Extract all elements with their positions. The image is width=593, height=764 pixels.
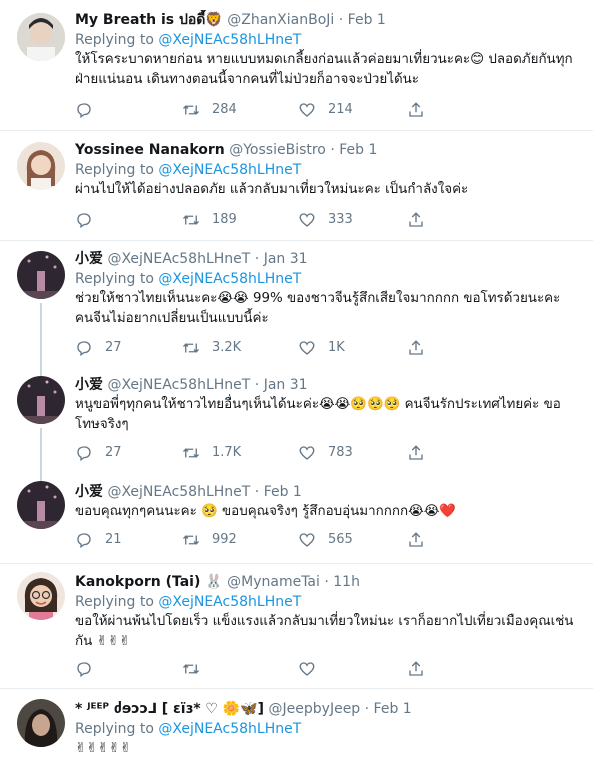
display-name[interactable]: 小爱: [75, 484, 103, 500]
avatar[interactable]: [17, 481, 65, 529]
like-count: 1K: [328, 340, 345, 355]
display-name[interactable]: Yossinee Nanakorn: [75, 142, 225, 158]
user-handle[interactable]: @YossieBistro: [229, 142, 326, 158]
tweet-text: ผ่านไปให้ได้อย่างปลอดภัย แล้วกลับมาเที่ย…: [75, 182, 469, 197]
reply-count: 27: [105, 445, 122, 460]
tweet-date[interactable]: Jan 31: [264, 377, 308, 393]
like-count: 783: [328, 445, 353, 460]
reply-mention[interactable]: @XejNEAc58hLHneT: [158, 271, 301, 287]
reply-icon: [77, 533, 91, 549]
thread-line: [40, 428, 42, 474]
separator-dot: ·: [364, 701, 370, 717]
replying-label: Replying to: [75, 721, 154, 737]
thread-line: [40, 474, 42, 481]
share-icon: [409, 532, 423, 547]
tweet[interactable]: * ᴶᴱᴱᴾ ძɘɔɔ⅃ [ ɛïɜ* ♡ 🌼🦋] @JeepbyJeep · …: [0, 689, 593, 764]
retweet-count: 992: [212, 532, 237, 547]
retweet-count: 1.7K: [212, 445, 242, 460]
separator-dot: ·: [338, 12, 344, 28]
tweet-date[interactable]: Feb 1: [374, 701, 412, 717]
heart-icon: [299, 446, 315, 460]
display-name[interactable]: 小爱: [75, 251, 103, 267]
avatar[interactable]: [17, 251, 65, 299]
tweet[interactable]: 小爱 @XejNEAc58hLHneT · Feb 1 ขอบคุณทุกๆคน…: [0, 474, 593, 564]
retweet-icon: [183, 215, 199, 225]
tweet-date[interactable]: Feb 1: [348, 12, 386, 28]
user-handle[interactable]: @XejNEAc58hLHneT: [107, 251, 250, 267]
display-name[interactable]: * ᴶᴱᴱᴾ ძɘɔɔ⅃ [ ɛïɜ* ♡ 🌼🦋]: [75, 701, 264, 717]
retweet-icon: [183, 448, 199, 458]
reply-icon: [77, 341, 91, 357]
avatar[interactable]: [17, 572, 65, 620]
like-count: 214: [328, 102, 353, 117]
reply-mention[interactable]: @XejNEAc58hLHneT: [158, 162, 301, 178]
tweet[interactable]: 小爱 @XejNEAc58hLHneT · Jan 31 หนูขอพี่ๆทุ…: [0, 370, 593, 474]
tweet[interactable]: Kanokporn (Tai) 🐰 @MynameTai · 11h Reply…: [0, 564, 593, 689]
reply-icon: [77, 213, 91, 229]
share-icon: [409, 102, 423, 117]
separator-dot: ·: [254, 484, 260, 500]
display-name[interactable]: 小爱: [75, 377, 103, 393]
tweet-date[interactable]: Jan 31: [264, 251, 308, 267]
tweet-text: ให้โรคระบาดหายก่อน หายแบบหมดเกลี้ยงก่อนแ…: [75, 52, 573, 87]
retweet-count: 3.2K: [212, 340, 242, 355]
user-handle[interactable]: @XejNEAc58hLHneT: [107, 484, 250, 500]
retweet-count: 189: [212, 212, 237, 227]
tweet-text: ช่วยให้ชาวไทยเห็นนะคะ😭😭 99% ของชาวจีนรู้…: [75, 291, 565, 326]
avatar[interactable]: [17, 142, 65, 190]
display-name[interactable]: Kanokporn (Tai) 🐰: [75, 574, 223, 590]
replying-label: Replying to: [75, 162, 154, 178]
heart-icon: [299, 662, 315, 676]
share-icon: [409, 445, 423, 460]
avatar[interactable]: [17, 699, 65, 747]
share-icon: [409, 212, 423, 227]
avatar[interactable]: [17, 376, 65, 424]
tweet[interactable]: My Breath is ปอดี้🦁 @ZhanXianBoJi · Feb …: [0, 0, 593, 131]
thread-line: [40, 303, 42, 370]
retweet-icon: [183, 343, 199, 353]
reply-mention[interactable]: @XejNEAc58hLHneT: [158, 32, 301, 48]
reply-count: 21: [105, 532, 122, 547]
separator-dot: ·: [330, 142, 335, 158]
user-handle[interactable]: @JeepbyJeep: [269, 701, 361, 717]
separator-dot: ·: [254, 377, 260, 393]
replying-label: Replying to: [75, 32, 154, 48]
like-count: 565: [328, 532, 353, 547]
heart-icon: [299, 533, 315, 547]
reply-icon: [77, 103, 91, 119]
reply-icon: [77, 662, 91, 678]
retweet-icon: [183, 664, 199, 674]
reply-count: 27: [105, 340, 122, 355]
separator-dot: ·: [324, 574, 329, 590]
tweet-text: ขอให้ผ่านพ้นไปโดยเร็ว แข็งแรงแล้วกลับมาเ…: [75, 614, 574, 649]
heart-icon: [299, 213, 315, 227]
avatar[interactable]: [17, 13, 65, 61]
tweet-date[interactable]: Feb 1: [339, 142, 377, 158]
replying-label: Replying to: [75, 594, 154, 610]
tweet-date[interactable]: Feb 1: [264, 484, 302, 500]
tweet-date[interactable]: 11h: [333, 574, 360, 590]
retweet-count: 284: [212, 102, 237, 117]
user-handle[interactable]: @ZhanXianBoJi: [227, 12, 334, 28]
heart-icon: [299, 103, 315, 117]
tweet[interactable]: 小爱 @XejNEAc58hLHneT · Jan 31 Replying to…: [0, 241, 593, 370]
reply-mention[interactable]: @XejNEAc58hLHneT: [158, 721, 301, 737]
like-count: 333: [328, 212, 353, 227]
tweet-text: ขอบคุณทุกๆคนนะคะ 🥺 ขอบคุณจริงๆ รู้สึกอบอ…: [75, 504, 457, 519]
reply-mention[interactable]: @XejNEAc58hLHneT: [158, 594, 301, 610]
user-handle[interactable]: @MynameTai: [227, 574, 320, 590]
user-handle[interactable]: @XejNEAc58hLHneT: [107, 377, 250, 393]
separator-dot: ·: [254, 251, 260, 267]
retweet-icon: [183, 535, 199, 545]
retweet-icon: [183, 105, 199, 115]
replying-label: Replying to: [75, 271, 154, 287]
reply-icon: [77, 446, 91, 462]
tweet-text: ✌✌✌✌✌: [75, 741, 132, 756]
heart-icon: [299, 341, 315, 355]
share-icon: [409, 661, 423, 676]
tweet[interactable]: Yossinee Nanakorn @YossieBistro · Feb 1 …: [0, 131, 593, 241]
share-icon: [409, 340, 423, 355]
display-name[interactable]: My Breath is ปอดี้🦁: [75, 12, 223, 28]
tweet-text: หนูขอพี่ๆทุกคนให้ชาวไทยอื่นๆเห็นได้นะค่ะ…: [75, 397, 561, 432]
